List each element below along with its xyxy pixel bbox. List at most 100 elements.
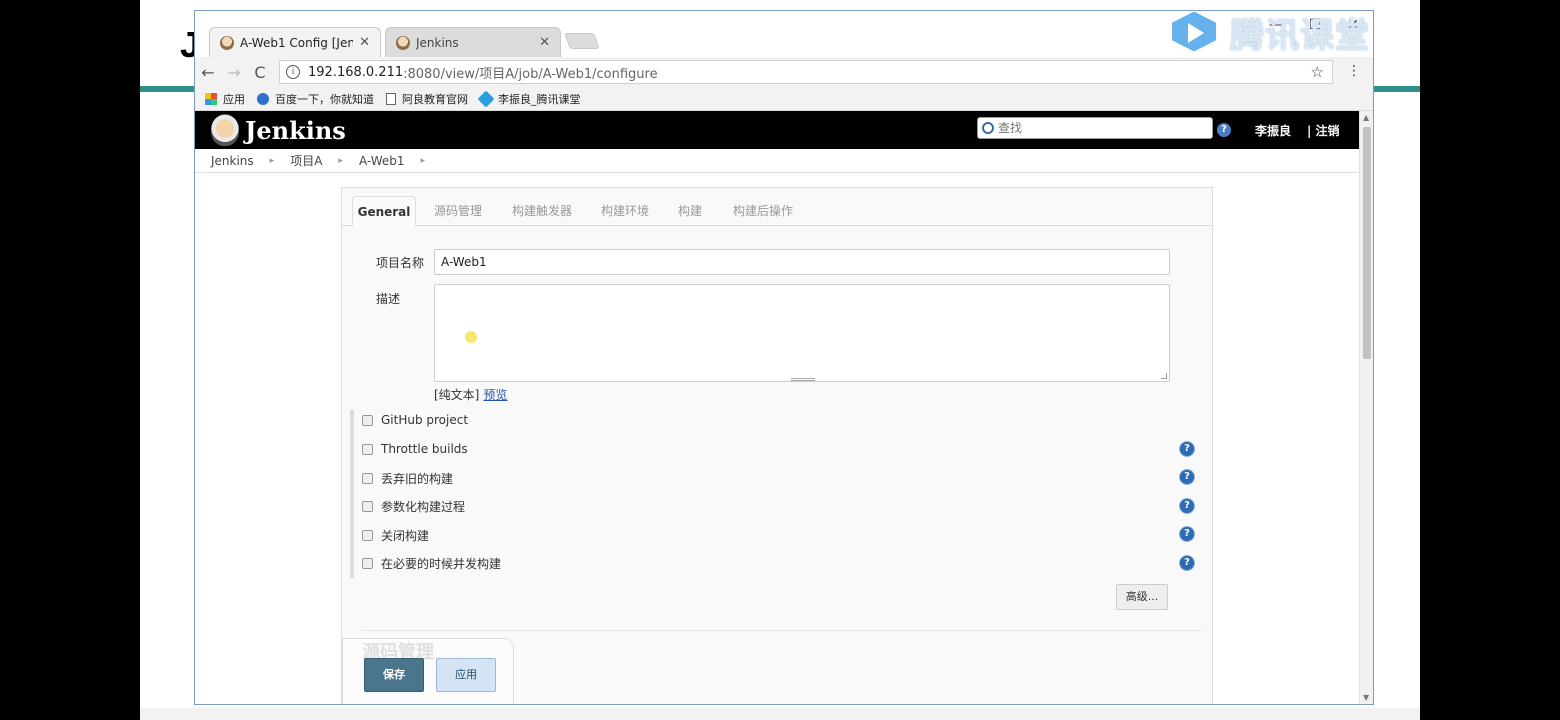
checkbox[interactable] [362, 414, 373, 426]
textarea-grip[interactable] [791, 378, 815, 381]
option-parameterized[interactable]: 参数化构建过程 [362, 496, 465, 516]
help-icon[interactable]: ? [1217, 123, 1231, 137]
back-icon[interactable]: ← [195, 63, 221, 82]
close-tab-icon[interactable]: ✕ [359, 35, 370, 50]
scroll-thumb[interactable] [1363, 127, 1371, 359]
markup-format: [纯文本] [434, 388, 480, 402]
option-github-project[interactable]: GitHub project [362, 410, 468, 430]
jenkins-header: Jenkins ? 李振良 | 注销 [195, 111, 1359, 149]
search-input[interactable] [998, 121, 1198, 135]
user-link[interactable]: 李振良 [1255, 122, 1291, 139]
jenkins-logo[interactable]: Jenkins [211, 114, 346, 146]
option-concurrent-builds[interactable]: 在必要的时候并发构建 [362, 553, 501, 573]
jenkins-page: Jenkins ? 李振良 | 注销 Jenkins ▸ 项目A ▸ A-Web… [195, 111, 1359, 704]
page-icon [386, 92, 396, 105]
bookmark-label: 百度一下，你就知道 [275, 92, 374, 106]
breadcrumb-arrow-icon[interactable]: ▸ [338, 156, 343, 166]
jenkins-title: Jenkins [245, 115, 346, 145]
help-icon[interactable]: ? [1179, 469, 1195, 485]
option-disable-build[interactable]: 关闭构建 [362, 525, 429, 545]
markup-note: [纯文本] 预览 [434, 386, 507, 403]
save-button[interactable]: 保存 [364, 658, 424, 692]
preview-link[interactable]: 预览 [483, 388, 507, 402]
section-divider [362, 630, 1202, 631]
checkbox[interactable] [362, 557, 373, 569]
checkbox[interactable] [362, 529, 373, 541]
breadcrumb-item[interactable]: Jenkins [211, 154, 254, 168]
option-label: Throttle builds [381, 442, 468, 456]
search-box[interactable] [977, 117, 1213, 139]
jenkins-favicon-icon [220, 35, 234, 50]
breadcrumb-item[interactable]: 项目A [290, 152, 322, 169]
tencent-play-logo-icon [1168, 10, 1224, 56]
forward-icon[interactable]: → [221, 63, 247, 82]
tab-title: A-Web1 Config [Jenkins] [240, 35, 354, 50]
help-icon[interactable]: ? [1179, 441, 1195, 457]
option-label: GitHub project [381, 413, 469, 427]
tab-build[interactable]: 构建 [678, 196, 702, 226]
bookmark-label: 阿良教育官网 [402, 92, 468, 106]
breadcrumb-arrow-icon[interactable]: ▸ [421, 156, 426, 166]
config-tabbar: General 源码管理 构建触发器 构建环境 构建 构建后操作 [342, 188, 1212, 226]
bookmarks-bar: 应用 百度一下，你就知道 阿良教育官网 李振良_腾讯课堂 [195, 87, 1373, 111]
help-icon[interactable]: ? [1179, 526, 1195, 542]
checkbox[interactable] [362, 443, 373, 455]
tab-post-build[interactable]: 构建后操作 [733, 196, 793, 226]
slide-footer [140, 708, 1420, 720]
browser-tab-inactive[interactable]: Jenkins ✕ [385, 27, 561, 57]
tencent-classroom-icon [477, 90, 495, 107]
tab-general[interactable]: General [352, 196, 416, 226]
search-icon [982, 122, 994, 134]
address-bar[interactable]: i 192.168.0.211 :8080/view/项目A/job/A-Web… [279, 60, 1333, 84]
jenkins-favicon-icon [396, 35, 410, 50]
apply-button[interactable]: 应用 [436, 658, 496, 692]
tab-build-environment[interactable]: 构建环境 [601, 196, 649, 226]
config-panel: General 源码管理 构建触发器 构建环境 构建 构建后操作 项目名称 描述… [341, 187, 1213, 704]
logout-link[interactable]: | 注销 [1307, 122, 1340, 139]
new-tab-button[interactable] [564, 33, 600, 49]
options-indent-bar [350, 410, 354, 578]
description-textarea[interactable] [434, 284, 1170, 382]
breadcrumb: Jenkins ▸ 项目A ▸ A-Web1 ▸ [195, 149, 1359, 173]
watermark-text: 腾讯课堂 [1230, 16, 1370, 56]
help-icon[interactable]: ? [1179, 498, 1195, 514]
apps-grid-icon [205, 92, 217, 105]
option-label: 丢弃旧的构建 [381, 471, 454, 486]
browser-menu-icon[interactable]: ⋮ [1347, 63, 1361, 79]
resize-handle-icon[interactable] [1161, 373, 1167, 379]
bookmark-baidu[interactable]: 百度一下，你就知道 [257, 91, 374, 107]
bookmark-aliang[interactable]: 阿良教育官网 [386, 91, 468, 107]
bookmark-star-icon[interactable]: ☆ [1311, 63, 1324, 81]
tab-title: Jenkins [416, 35, 459, 50]
bookmark-label: 李振良_腾讯课堂 [498, 92, 581, 106]
scroll-up-icon[interactable]: ▲ [1363, 113, 1369, 122]
breadcrumb-item[interactable]: A-Web1 [359, 154, 405, 168]
browser-toolbar: ← → C i 192.168.0.211 :8080/view/项目A/job… [195, 57, 1373, 87]
close-tab-icon[interactable]: ✕ [539, 35, 550, 50]
bookmark-tencent[interactable]: 李振良_腾讯课堂 [477, 90, 581, 107]
breadcrumb-arrow-icon[interactable]: ▸ [270, 156, 275, 166]
option-throttle-builds[interactable]: Throttle builds [362, 439, 468, 459]
baidu-paw-icon [257, 92, 269, 105]
project-name-label: 项目名称 [376, 256, 425, 270]
tab-build-triggers[interactable]: 构建触发器 [512, 196, 572, 226]
option-discard-old-builds[interactable]: 丢弃旧的构建 [362, 468, 453, 488]
site-info-icon[interactable]: i [286, 65, 300, 79]
bookmark-apps[interactable]: 应用 [205, 91, 245, 107]
advanced-button[interactable]: 高级... [1116, 584, 1168, 610]
project-name-input[interactable] [434, 249, 1170, 275]
browser-window: A-Web1 Config [Jenkins] ✕ Jenkins ✕ — ☐ … [194, 10, 1374, 705]
option-label: 关闭构建 [381, 528, 430, 543]
tab-scm[interactable]: 源码管理 [434, 196, 482, 226]
url-host: 192.168.0.211 [308, 64, 404, 80]
checkbox[interactable] [362, 500, 373, 512]
help-icon[interactable]: ? [1179, 555, 1195, 571]
checkbox[interactable] [362, 472, 373, 484]
url-path: :8080/view/项目A/job/A-Web1/configure [403, 66, 658, 82]
browser-tab-active[interactable]: A-Web1 Config [Jenkins] ✕ [209, 27, 381, 57]
scroll-down-icon[interactable]: ▼ [1363, 693, 1369, 702]
jenkins-butler-icon [211, 114, 239, 146]
vertical-scrollbar[interactable]: ▲ ▼ [1359, 111, 1373, 704]
tencent-classroom-watermark: 腾讯课堂 [1168, 8, 1370, 57]
reload-icon[interactable]: C [247, 63, 273, 82]
